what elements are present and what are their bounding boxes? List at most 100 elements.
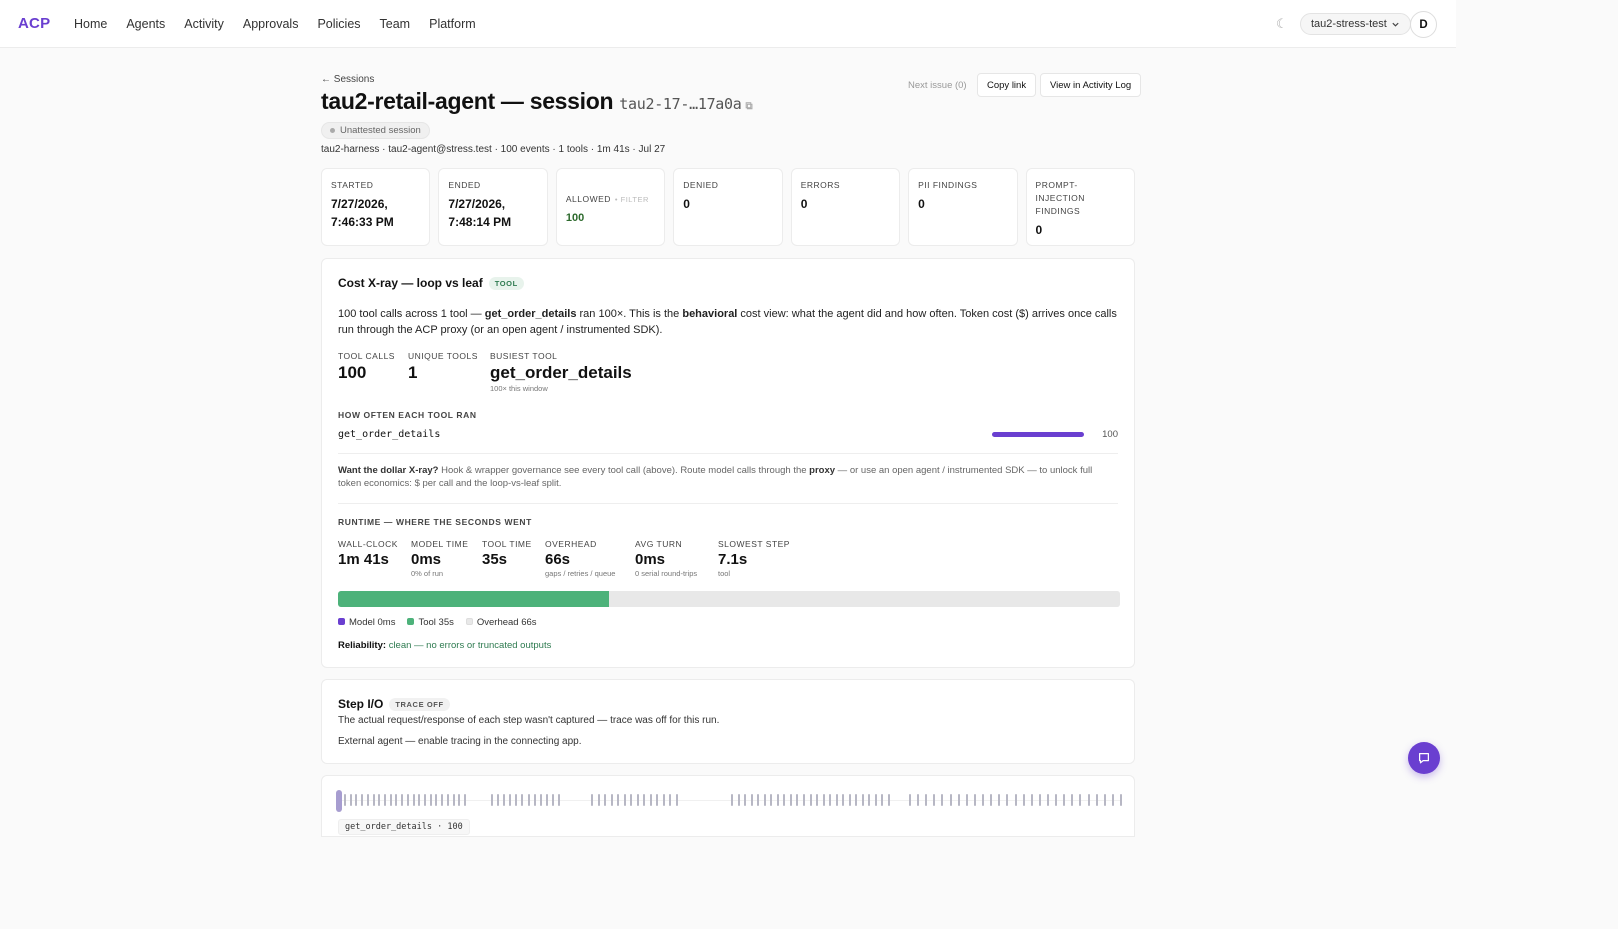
- next-issue-button[interactable]: Next issue (0): [899, 73, 976, 97]
- timeline-event-tick[interactable]: [744, 794, 747, 806]
- timeline-event-tick[interactable]: [597, 794, 600, 806]
- timeline-event-tick[interactable]: [558, 794, 560, 806]
- timeline-event-tick[interactable]: [630, 794, 633, 806]
- timeline-event-tick[interactable]: [1046, 794, 1049, 806]
- timeline-event-tick[interactable]: [446, 794, 449, 806]
- timeline-event-tick[interactable]: [1071, 794, 1074, 806]
- timeline-event-tick[interactable]: [990, 794, 993, 806]
- timeline-event-tick[interactable]: [424, 794, 426, 806]
- timeline-event-tick[interactable]: [372, 794, 375, 806]
- timeline-event-tick[interactable]: [378, 794, 381, 806]
- timeline-event-tick[interactable]: [458, 794, 461, 806]
- copy-link-button[interactable]: Copy link: [977, 73, 1037, 97]
- timeline-event-tick[interactable]: [842, 794, 845, 806]
- timeline-event-tick[interactable]: [757, 794, 760, 806]
- tenant-selector[interactable]: tau2-stress-test: [1300, 13, 1411, 35]
- nav-home[interactable]: Home: [74, 17, 107, 31]
- timeline-event-tick[interactable]: [533, 794, 536, 806]
- timeline-event-tick[interactable]: [604, 794, 607, 806]
- timeline-event-tick[interactable]: [503, 794, 506, 806]
- timeline-event-tick[interactable]: [349, 794, 352, 806]
- nav-approvals[interactable]: Approvals: [243, 17, 299, 31]
- timeline-event-tick[interactable]: [636, 794, 639, 806]
- timeline-event-tick[interactable]: [1055, 794, 1058, 806]
- stat-allowed[interactable]: ALLOWED • FILTER 100: [555, 168, 666, 246]
- timeline-event-tick[interactable]: [1120, 794, 1122, 806]
- timeline-event-tick[interactable]: [497, 794, 500, 806]
- timeline-event-tick[interactable]: [909, 794, 911, 806]
- timeline-event-tick[interactable]: [776, 794, 779, 806]
- nav-activity[interactable]: Activity: [184, 17, 224, 31]
- timeline-event-tick[interactable]: [361, 794, 364, 806]
- timeline-event-tick[interactable]: [452, 794, 455, 806]
- timeline-event-tick[interactable]: [737, 794, 740, 806]
- timeline-event-tick[interactable]: [406, 794, 409, 806]
- timeline-event-tick[interactable]: [982, 794, 985, 806]
- timeline-event-tick[interactable]: [763, 794, 766, 806]
- timeline-event-tick[interactable]: [822, 794, 825, 806]
- timeline-event-tick[interactable]: [925, 794, 928, 806]
- timeline-event-tick[interactable]: [591, 794, 593, 806]
- avatar[interactable]: D: [1410, 11, 1437, 38]
- timeline-event-tick[interactable]: [1087, 794, 1090, 806]
- timeline-event-tick[interactable]: [509, 794, 512, 806]
- timeline-event-tick[interactable]: [1030, 794, 1033, 806]
- nav-platform[interactable]: Platform: [429, 17, 476, 31]
- nav-policies[interactable]: Policies: [317, 17, 360, 31]
- timeline-event-tick[interactable]: [643, 794, 646, 806]
- timeline-event-tick[interactable]: [662, 794, 665, 806]
- timeline-event-tick[interactable]: [1103, 794, 1106, 806]
- timeline-event-tick[interactable]: [855, 794, 858, 806]
- timeline-event-tick[interactable]: [551, 794, 554, 806]
- timeline-event-tick[interactable]: [418, 794, 421, 806]
- timeline-event-tick[interactable]: [441, 794, 444, 806]
- timeline-event-tick[interactable]: [401, 794, 404, 806]
- timeline-event-tick[interactable]: [676, 794, 678, 806]
- timeline-event-tick[interactable]: [888, 794, 890, 806]
- timeline-event-tick[interactable]: [412, 794, 415, 806]
- timeline-event-tick[interactable]: [1095, 794, 1098, 806]
- timeline-event-tick[interactable]: [1014, 794, 1017, 806]
- timeline-event-tick[interactable]: [617, 794, 620, 806]
- timeline-event-tick[interactable]: [649, 794, 652, 806]
- nav-team[interactable]: Team: [380, 17, 411, 31]
- filter-link[interactable]: • FILTER: [615, 195, 649, 204]
- app-logo[interactable]: ACP: [18, 15, 50, 32]
- timeline-event-tick[interactable]: [731, 794, 733, 806]
- timeline-event-tick[interactable]: [861, 794, 864, 806]
- breadcrumb-sessions[interactable]: ← Sessions: [321, 74, 374, 85]
- timeline-event-tick[interactable]: [917, 794, 920, 806]
- timeline-event-tick[interactable]: [973, 794, 976, 806]
- timeline-event-tick[interactable]: [384, 794, 386, 806]
- timeline-event-tick[interactable]: [848, 794, 851, 806]
- copy-icon[interactable]: ⧉: [746, 101, 753, 112]
- timeline-event-tick[interactable]: [610, 794, 613, 806]
- timeline-event-tick[interactable]: [789, 794, 792, 806]
- timeline-event-tick[interactable]: [874, 794, 877, 806]
- timeline-event-tick[interactable]: [1111, 794, 1114, 806]
- timeline-event-tick[interactable]: [965, 794, 968, 806]
- timeline-event-tick[interactable]: [344, 794, 346, 806]
- view-activity-log-button[interactable]: View in Activity Log: [1040, 73, 1142, 97]
- timeline-event-tick[interactable]: [1063, 794, 1066, 806]
- timeline-event-tick[interactable]: [464, 794, 466, 806]
- timeline-event-tick[interactable]: [949, 794, 952, 806]
- timeline-scrubber-handle[interactable]: [336, 790, 342, 812]
- timeline-event-tick[interactable]: [957, 794, 960, 806]
- timeline-event-tick[interactable]: [1022, 794, 1025, 806]
- timeline-event-tick[interactable]: [750, 794, 753, 806]
- event-timeline[interactable]: [336, 790, 1122, 812]
- timeline-event-tick[interactable]: [429, 794, 432, 806]
- timeline-event-tick[interactable]: [491, 794, 493, 806]
- timeline-event-tick[interactable]: [998, 794, 1001, 806]
- timeline-event-tick[interactable]: [809, 794, 812, 806]
- timeline-event-tick[interactable]: [389, 794, 392, 806]
- timeline-event-tick[interactable]: [816, 794, 819, 806]
- timeline-event-tick[interactable]: [770, 794, 773, 806]
- timeline-event-tick[interactable]: [1038, 794, 1041, 806]
- timeline-event-tick[interactable]: [835, 794, 838, 806]
- timeline-event-tick[interactable]: [623, 794, 626, 806]
- nav-agents[interactable]: Agents: [126, 17, 165, 31]
- chat-button[interactable]: [1408, 742, 1440, 774]
- timeline-event-tick[interactable]: [545, 794, 548, 806]
